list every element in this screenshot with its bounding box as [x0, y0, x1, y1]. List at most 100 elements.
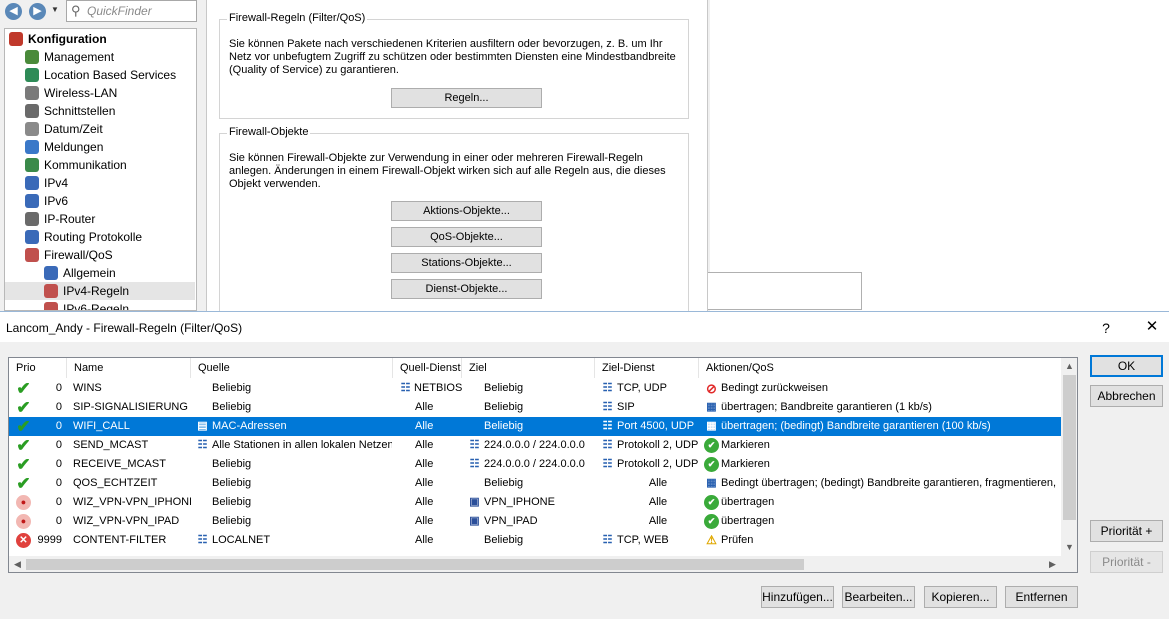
group-description: Sie können Pakete nach verschiedenen Kri…: [229, 38, 676, 76]
scroll-up-icon[interactable]: ▲: [1061, 358, 1077, 375]
column-header-prio[interactable]: Prio: [9, 358, 67, 378]
rule-action: übertragen: [721, 496, 775, 508]
quickfinder-box[interactable]: ⚲: [66, 0, 197, 22]
quickfinder-input[interactable]: [87, 3, 193, 19]
priority-down-button[interactable]: Priorität -: [1090, 551, 1163, 573]
tree-item-label: Location Based Services: [44, 68, 177, 82]
accept-icon: ✔: [704, 514, 719, 529]
tree-item-schnittstellen[interactable]: Schnittstellen: [5, 102, 195, 120]
tree-item-firewall-qos[interactable]: Firewall/QoS: [5, 246, 195, 264]
cancel-button[interactable]: Abbrechen: [1090, 385, 1163, 407]
remove-button[interactable]: Entfernen: [1005, 586, 1078, 608]
column-header-destination-service[interactable]: Ziel-Dienst: [595, 358, 699, 378]
vertical-scroll-thumb[interactable]: [1063, 375, 1076, 520]
table-row[interactable]: ✕ 9999 CONTENT-FILTER ☷ LOCALNET Alle Beliebig…: [9, 531, 1061, 550]
edit-button[interactable]: Bearbeiten...: [842, 586, 915, 608]
table-row[interactable]: ● 0 WIZ_VPN-VPN_IPHONE Beliebig Alle ▣ VPN_IPH…: [9, 493, 1061, 512]
column-header-name[interactable]: Name: [67, 358, 191, 378]
station-objects-button[interactable]: Stations-Objekte...: [391, 253, 542, 273]
table-row[interactable]: ✔ 0 QOS_ECHTZEIT Beliebig Alle Beliebig Alle ▦ B…: [9, 474, 1061, 493]
tree-item-meldungen[interactable]: Meldungen: [5, 138, 195, 156]
rule-destination: 224.0.0.0 / 224.0.0.0: [484, 439, 585, 451]
network-icon: ☷: [197, 439, 208, 451]
help-button[interactable]: ?: [1094, 317, 1118, 339]
tree-item-ipv6[interactable]: IPv6: [5, 192, 195, 210]
tree-item-allgemein[interactable]: Allgemein: [5, 264, 195, 282]
rules-button[interactable]: Regeln...: [391, 88, 542, 108]
scroll-right-icon[interactable]: ▶: [1044, 556, 1061, 572]
service-objects-button[interactable]: Dienst-Objekte...: [391, 279, 542, 299]
table-row[interactable]: ✔ 0 WINS Beliebig ☷ NETBIOS Beliebig ☷ TCP, UDP ⊘…: [9, 379, 1061, 398]
back-arrow-icon[interactable]: ◀: [5, 3, 22, 20]
table-header: Prio Name Quelle Quell-Dienst Ziel Ziel-…: [9, 358, 1061, 378]
add-button[interactable]: Hinzufügen...: [761, 586, 834, 608]
horizontal-scroll-thumb[interactable]: [26, 559, 804, 570]
ok-button[interactable]: OK: [1090, 355, 1163, 377]
scroll-down-icon[interactable]: ▼: [1061, 539, 1077, 556]
tree-item-label: IPv4-Regeln: [63, 284, 130, 298]
forward-arrow-icon[interactable]: ▶: [29, 3, 46, 20]
table-row[interactable]: ● 0 WIZ_VPN-VPN_IPAD Beliebig Alle ▣ VPN_IPAD A…: [9, 512, 1061, 531]
check-icon: ✔: [16, 455, 31, 474]
reject-icon: ⊘: [706, 381, 717, 396]
priority-up-button[interactable]: Priorität +: [1090, 520, 1163, 542]
firewall-rules-table[interactable]: Prio Name Quelle Quell-Dienst Ziel Ziel-…: [8, 357, 1078, 573]
rule-destination-service: Alle: [648, 477, 668, 489]
rule-destination-service: Protokoll 2, UDP: [617, 439, 699, 451]
rule-destination: Beliebig: [484, 477, 524, 489]
tree-item-ip-router[interactable]: IP-Router: [5, 210, 195, 228]
scroll-left-icon[interactable]: ◀: [9, 556, 26, 572]
rule-name: WIZ_VPN-VPN_IPAD: [73, 515, 180, 527]
rule-priority: 0: [55, 401, 62, 413]
rule-name: WINS: [73, 382, 102, 394]
table-row[interactable]: ✔ 0 SEND_MCAST ☷ Alle Stationen in allen lok…: [9, 436, 1061, 455]
horizontal-scrollbar[interactable]: ◀ ▶: [9, 556, 1061, 572]
table-row[interactable]: ✔ 0 SIP-SIGNALISIERUNG Beliebig Alle Beliebig…: [9, 398, 1061, 417]
column-header-actions[interactable]: Aktionen/QoS: [699, 358, 1061, 378]
rule-action: übertragen: [721, 515, 775, 527]
vertical-scrollbar[interactable]: ▲ ▼: [1061, 358, 1077, 556]
computer-icon: ▣: [469, 496, 480, 508]
qos-objects-button[interactable]: QoS-Objekte...: [391, 227, 542, 247]
tree-item-label: Management: [44, 50, 115, 64]
table-row[interactable]: ✔ 0 RECEIVE_MCAST Beliebig Alle ☷ 224.0.0.0 / …: [9, 455, 1061, 474]
action-objects-button[interactable]: Aktions-Objekte...: [391, 201, 542, 221]
signpost-icon: [25, 68, 39, 82]
tree-item-datum-zeit[interactable]: Datum/Zeit: [5, 120, 195, 138]
tree-item-label: Schnittstellen: [44, 104, 116, 118]
tree-item-kommunikation[interactable]: Kommunikation: [5, 156, 195, 174]
close-button[interactable]: ✕: [1138, 316, 1166, 338]
column-header-destination[interactable]: Ziel: [462, 358, 595, 378]
rule-name: SEND_MCAST: [73, 439, 149, 451]
history-dropdown-icon[interactable]: ▼: [51, 5, 59, 14]
tree-item-label: IPv4: [44, 176, 69, 190]
rule-source: LOCALNET: [212, 534, 271, 546]
tree-item-ipv4[interactable]: IPv4: [5, 174, 195, 192]
rule-source: Beliebig: [212, 382, 252, 394]
scrollbar-corner: [1061, 556, 1077, 572]
tree-item-ipv4-regeln[interactable]: IPv4-Regeln: [5, 282, 195, 300]
firewall-icon: [44, 302, 58, 310]
wireless-icon: [25, 86, 39, 100]
table-row[interactable]: ✔ 0 WIFI_CALL ▤ MAC-Adressen Alle Beliebig ☷ Por…: [9, 417, 1061, 436]
copy-button[interactable]: Kopieren...: [924, 586, 997, 608]
tree-item-management[interactable]: Management: [5, 48, 195, 66]
rule-destination-service: Alle: [648, 515, 668, 527]
rule-source-service: Alle: [415, 439, 434, 451]
tree-item-label: IP-Router: [44, 212, 96, 226]
rule-action: übertragen; (bedingt) Bandbreite garanti…: [721, 420, 991, 432]
rule-destination: Beliebig: [484, 382, 524, 394]
tree-item-location-based-services[interactable]: Location Based Services: [5, 66, 195, 84]
column-header-source[interactable]: Quelle: [191, 358, 393, 378]
tree-item-ipv6-regeln[interactable]: IPv6-Regeln: [5, 300, 195, 310]
column-header-source-service[interactable]: Quell-Dienst: [393, 358, 462, 378]
tree-item-routing-protokolle[interactable]: Routing Protokolle: [5, 228, 195, 246]
warning-icon: ⚠: [706, 533, 717, 547]
rule-priority: 0: [55, 420, 62, 432]
inactive-rule-icon: ●: [16, 514, 31, 529]
tree-item-konfiguration[interactable]: Konfiguration: [5, 30, 195, 48]
rule-priority: 0: [55, 496, 62, 508]
rule-name: SIP-SIGNALISIERUNG: [73, 401, 188, 413]
configuration-tree[interactable]: Konfiguration Management Location Based Se…: [4, 28, 197, 311]
tree-item-wireless-lan[interactable]: Wireless-LAN: [5, 84, 195, 102]
